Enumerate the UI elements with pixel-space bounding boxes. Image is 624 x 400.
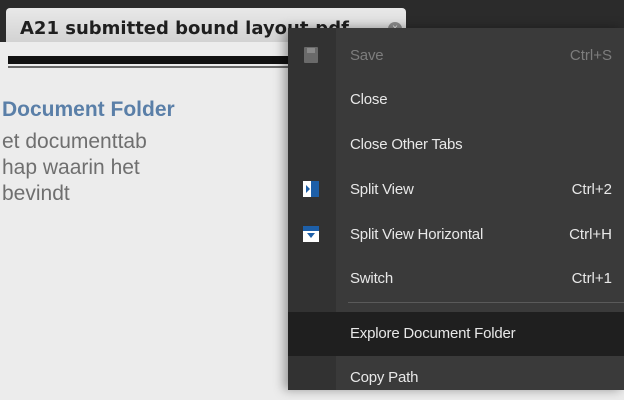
menu-item-label: Copy Path — [350, 369, 419, 386]
menu-item-label: Explore Document Folder — [350, 325, 516, 342]
save-icon — [302, 46, 320, 64]
menu-item-shortcut: Ctrl+S — [569, 47, 612, 64]
menu-item-shortcut: Ctrl+H — [569, 226, 612, 243]
menu-item-switch[interactable]: Switch Ctrl+1 — [288, 257, 624, 301]
split-view-icon — [302, 180, 320, 198]
menu-item-copy-path[interactable]: Copy Path — [288, 356, 624, 400]
menu-item-close[interactable]: Close — [288, 78, 624, 122]
tooltip-line: bevindt — [2, 182, 70, 205]
menu-item-close-other-tabs[interactable]: Close Other Tabs — [288, 123, 624, 167]
menu-item-label: Save — [350, 47, 384, 64]
menu-item-label: Split View — [350, 181, 414, 198]
menu-item-label: Close — [350, 91, 388, 108]
context-menu: Save Ctrl+S Close Close Other Tabs Split… — [288, 28, 624, 390]
menu-item-split-view[interactable]: Split View Ctrl+2 — [288, 168, 624, 212]
tab-underline-shadow — [8, 66, 290, 68]
menu-item-shortcut: Ctrl+2 — [571, 181, 612, 198]
tab-underline — [8, 56, 290, 64]
menu-item-explore-document-folder[interactable]: Explore Document Folder — [288, 312, 624, 356]
menu-item-split-view-horizontal[interactable]: Split View Horizontal Ctrl+H — [288, 213, 624, 257]
split-view-horizontal-icon — [302, 225, 320, 243]
menu-item-label: Close Other Tabs — [350, 136, 463, 153]
menu-item-shortcut: Ctrl+1 — [571, 270, 612, 287]
tooltip-title: Document Folder — [2, 98, 175, 121]
menu-item-label: Switch — [350, 270, 393, 287]
menu-item-label: Split View Horizontal — [350, 226, 484, 243]
menu-separator — [348, 302, 624, 303]
tooltip-line: et documenttab — [2, 130, 147, 153]
tooltip-line: hap waarin het — [2, 156, 140, 179]
menu-item-save[interactable]: Save Ctrl+S — [288, 34, 624, 78]
